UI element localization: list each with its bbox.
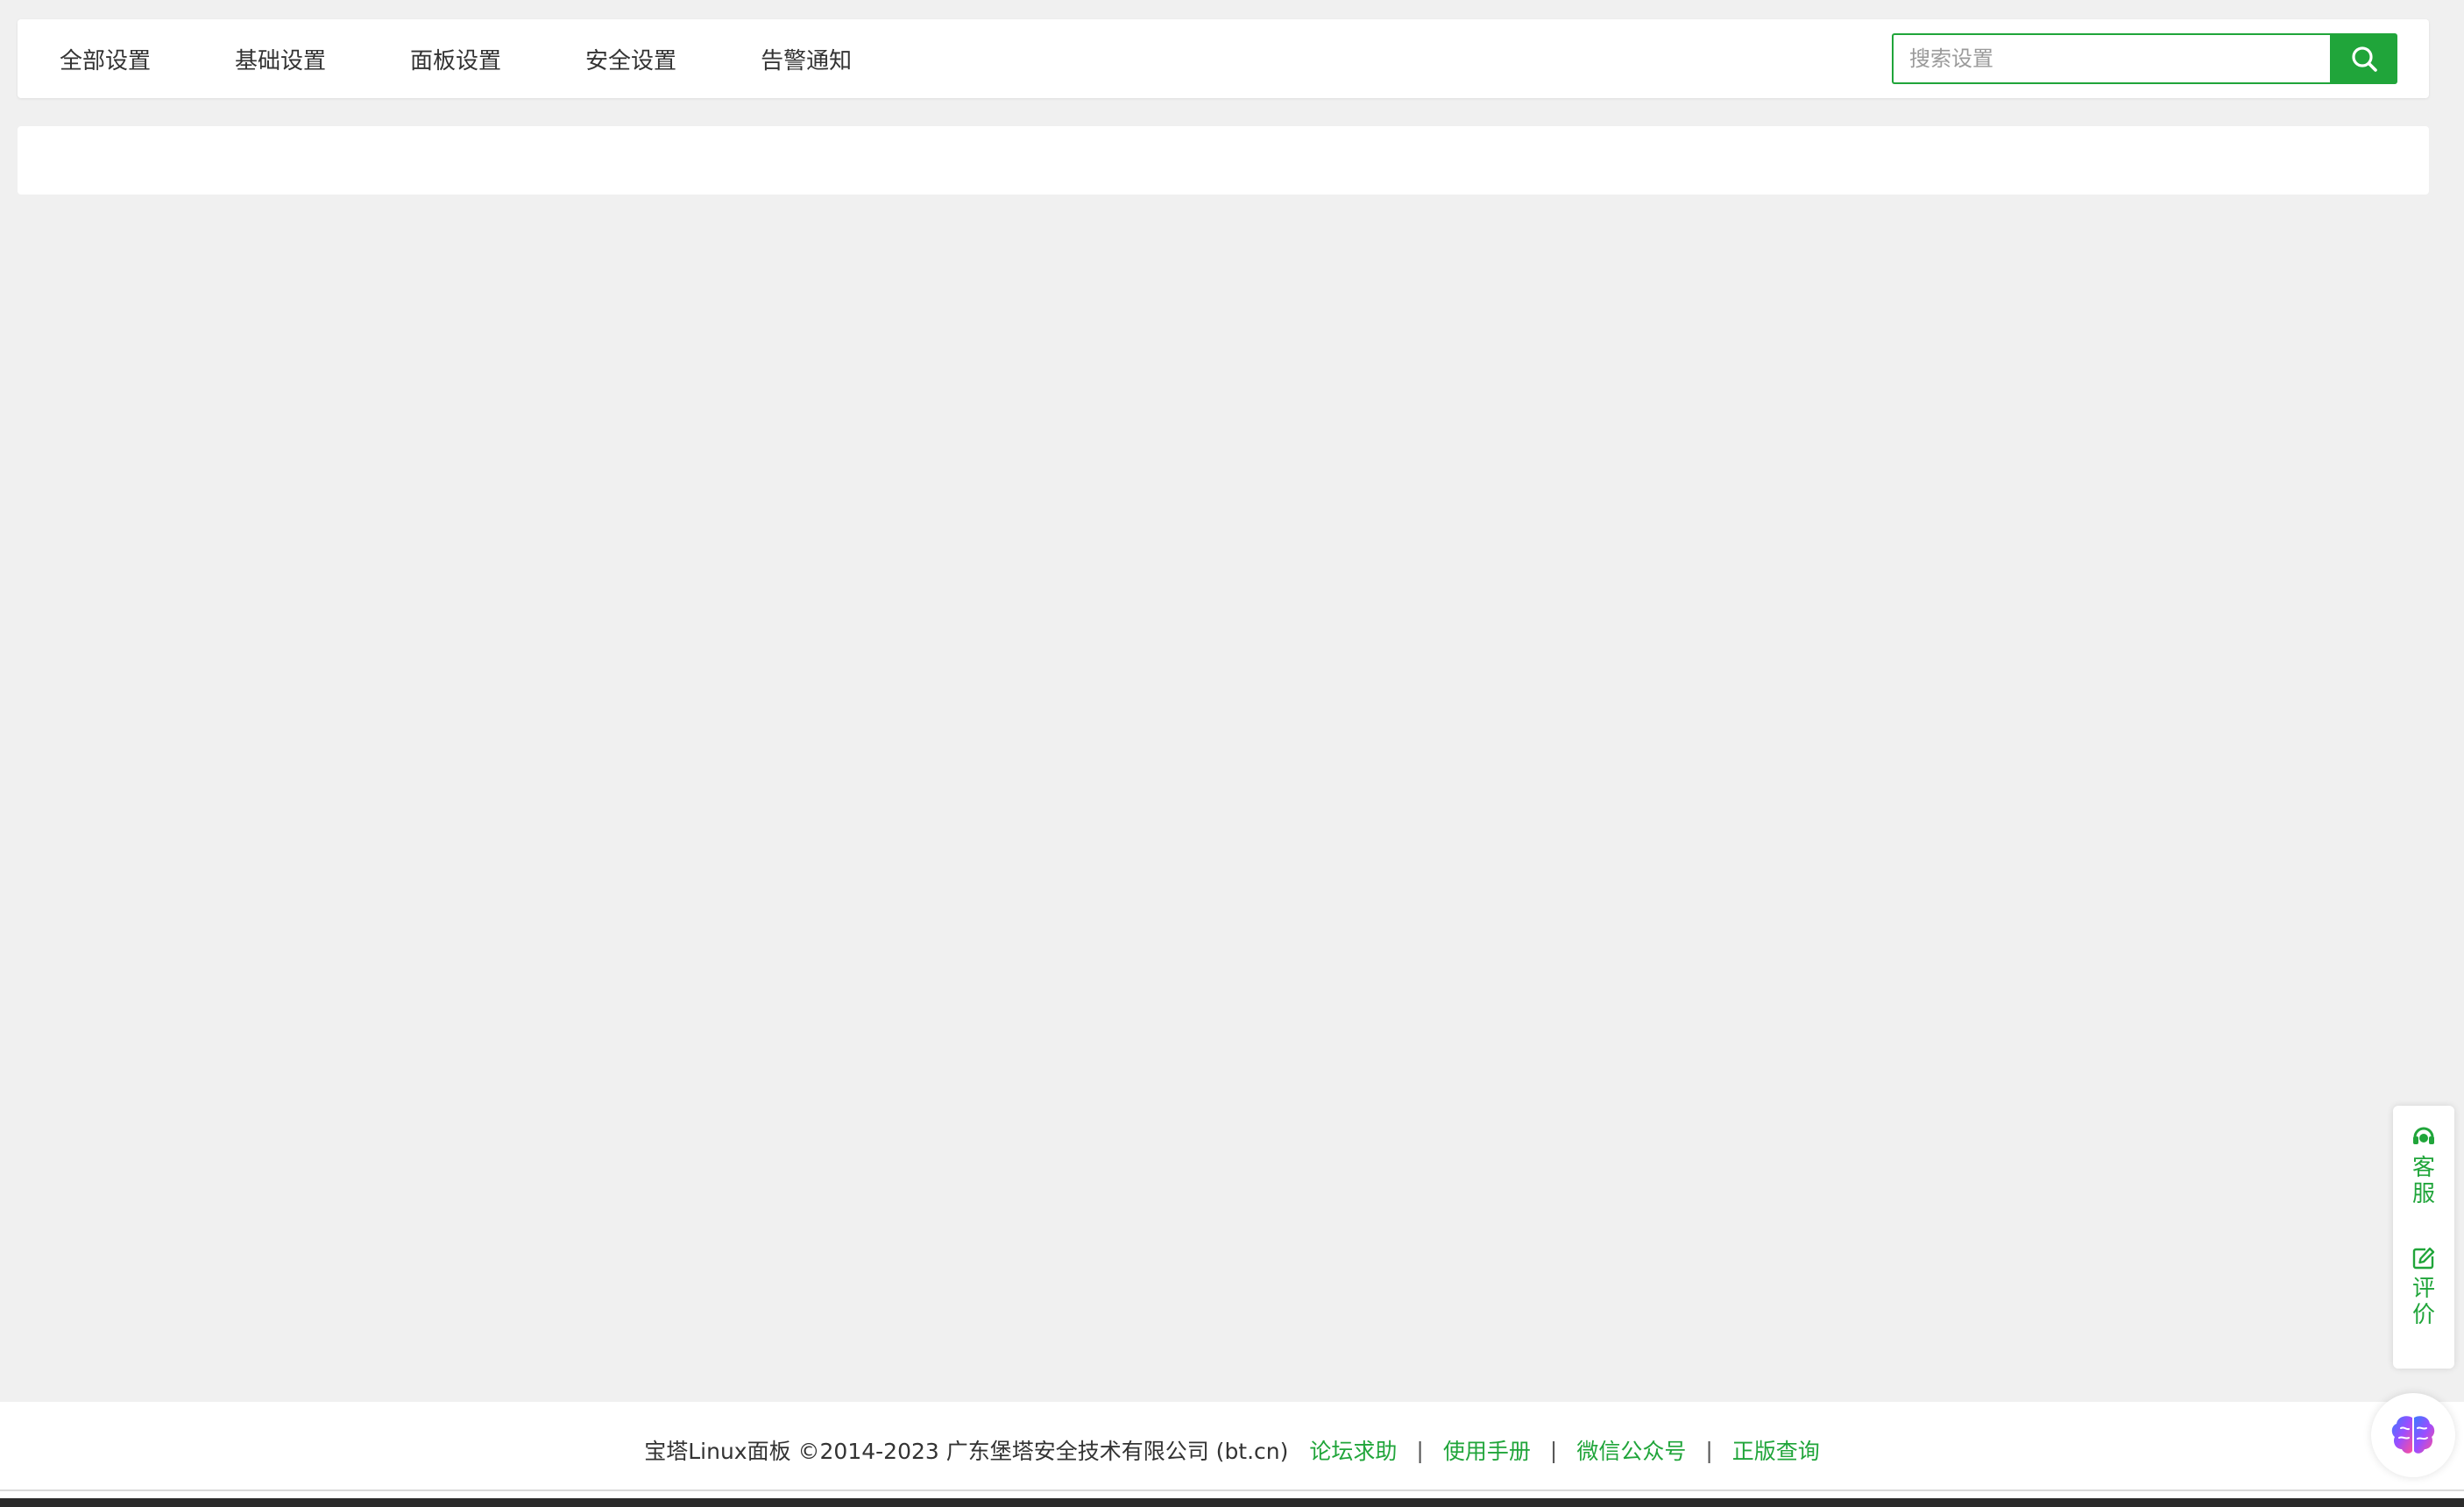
tab-security-settings[interactable]: 安全设置 <box>585 43 676 75</box>
footer-link-forum[interactable]: 论坛求助 <box>1309 1434 1397 1466</box>
review-label: 评 价 <box>2411 1276 2435 1328</box>
footer-separator: | <box>1705 1437 1713 1463</box>
window-bottom-edge <box>0 1498 2464 1507</box>
footer-link-license-check[interactable]: 正版查询 <box>1732 1434 1820 1466</box>
review-button[interactable]: 评 价 <box>2411 1246 2436 1328</box>
search-icon <box>2351 46 2377 72</box>
footer-link-wechat[interactable]: 微信公众号 <box>1576 1434 1686 1466</box>
customer-service-label: 客 服 <box>2411 1155 2435 1207</box>
tab-basic-settings[interactable]: 基础设置 <box>235 43 326 75</box>
brain-icon <box>2391 1416 2435 1454</box>
settings-tabs: 全部设置 基础设置 面板设置 安全设置 告警通知 <box>60 19 936 98</box>
settings-content-panel <box>18 126 2429 195</box>
search-input[interactable] <box>1892 33 2330 84</box>
footer-separator: | <box>1416 1437 1424 1463</box>
ai-assistant-button[interactable] <box>2371 1393 2455 1477</box>
floating-toolbar: 客 服 评 价 <box>2393 1106 2454 1369</box>
tab-alert-notifications[interactable]: 告警通知 <box>761 43 852 75</box>
headset-icon <box>2413 1127 2434 1144</box>
settings-search <box>1892 33 2397 84</box>
customer-service-button[interactable]: 客 服 <box>2411 1123 2437 1207</box>
footer-copyright: 宝塔Linux面板 ©2014-2023 广东堡塔安全技术有限公司 (bt.cn… <box>644 1439 1289 1464</box>
edit-icon <box>2412 1247 2435 1270</box>
footer-link-manual[interactable]: 使用手册 <box>1443 1434 1531 1466</box>
page-footer: 宝塔Linux面板 ©2014-2023 广东堡塔安全技术有限公司 (bt.cn… <box>0 1402 2464 1498</box>
footer-separator: | <box>1549 1437 1558 1463</box>
footer-divider <box>0 1489 2464 1491</box>
settings-topbar: 全部设置 基础设置 面板设置 安全设置 告警通知 <box>18 19 2429 98</box>
tab-panel-settings[interactable]: 面板设置 <box>410 43 501 75</box>
search-button[interactable] <box>2330 33 2397 84</box>
tab-all-settings[interactable]: 全部设置 <box>60 43 151 75</box>
